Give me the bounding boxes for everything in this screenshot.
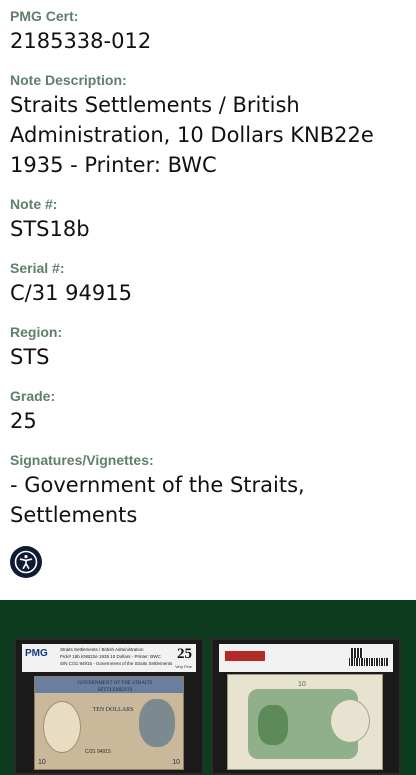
pmg-holder-label-back	[219, 644, 393, 672]
note-back-image[interactable]: 10	[211, 638, 401, 775]
field-value: C/31 94915	[10, 281, 132, 305]
field-signatures: Signatures/Vignettes: - Government of th…	[10, 452, 406, 530]
barcode	[349, 658, 389, 666]
accessibility-icon	[14, 550, 38, 574]
pmg-holder-label: PMG Straits Settlements / British Admini…	[22, 644, 196, 672]
label-line: Pick# 18b KNB22e 1935 10 Dollars - Print…	[60, 654, 161, 659]
field-label: Serial #:	[10, 260, 65, 276]
field-label: Signatures/Vignettes:	[10, 452, 154, 468]
field-region: Region: STS	[10, 324, 406, 372]
label-line: S/N C/31 94915 - Government of the Strai…	[60, 661, 173, 666]
field-serial: Serial #: C/31 94915	[10, 260, 406, 308]
field-value: 25	[10, 409, 37, 433]
field-note-description: Note Description: Straits Settlements / …	[10, 72, 406, 180]
note-details: PMG Cert: 2185338-012 Note Description: …	[0, 0, 416, 530]
field-pmg-cert: PMG Cert: 2185338-012	[10, 8, 406, 56]
banknote-front: GOVERNMENT OF THE STRAITS SETTLEMENTS TE…	[34, 676, 184, 770]
note-denomination: TEN DOLLARS	[92, 707, 134, 713]
watermark-oval	[43, 701, 81, 753]
field-value: - Government of the Straits, Settlements	[10, 473, 305, 527]
field-label: Grade:	[10, 388, 56, 404]
note-serial: C/31 94915	[85, 749, 111, 755]
corner-number: 10	[38, 759, 46, 766]
grade-number: 25	[177, 646, 192, 662]
field-label: Region:	[10, 324, 63, 340]
label-line: Straits Settlements / British Administra…	[60, 647, 144, 652]
field-label: Note #:	[10, 196, 58, 212]
note-image-gallery: PMG Straits Settlements / British Admini…	[0, 600, 416, 775]
grade-word: Very Fine	[175, 664, 192, 669]
note-header: GOVERNMENT OF THE STRAITS SETTLEMENTS	[77, 681, 153, 693]
pmg-logo: PMG	[25, 648, 48, 659]
field-value: 2185338-012	[10, 29, 152, 53]
watermark-circle	[330, 699, 370, 743]
accessibility-button[interactable]	[10, 546, 42, 578]
banknote-back: 10	[227, 674, 383, 770]
field-label: Note Description:	[10, 72, 127, 88]
field-label: PMG Cert:	[10, 8, 79, 24]
pmg-hologram	[225, 651, 265, 661]
lion-vignette	[258, 705, 288, 745]
field-value: Straits Settlements / British Administra…	[10, 93, 374, 177]
corner-number: 10	[172, 759, 180, 766]
back-number: 10	[298, 681, 306, 688]
note-front-image[interactable]: PMG Straits Settlements / British Admini…	[14, 638, 204, 775]
field-grade: Grade: 25	[10, 388, 406, 436]
field-value: STS18b	[10, 217, 90, 241]
field-note-number: Note #: STS18b	[10, 196, 406, 244]
king-portrait	[139, 699, 175, 747]
field-value: STS	[10, 345, 50, 369]
